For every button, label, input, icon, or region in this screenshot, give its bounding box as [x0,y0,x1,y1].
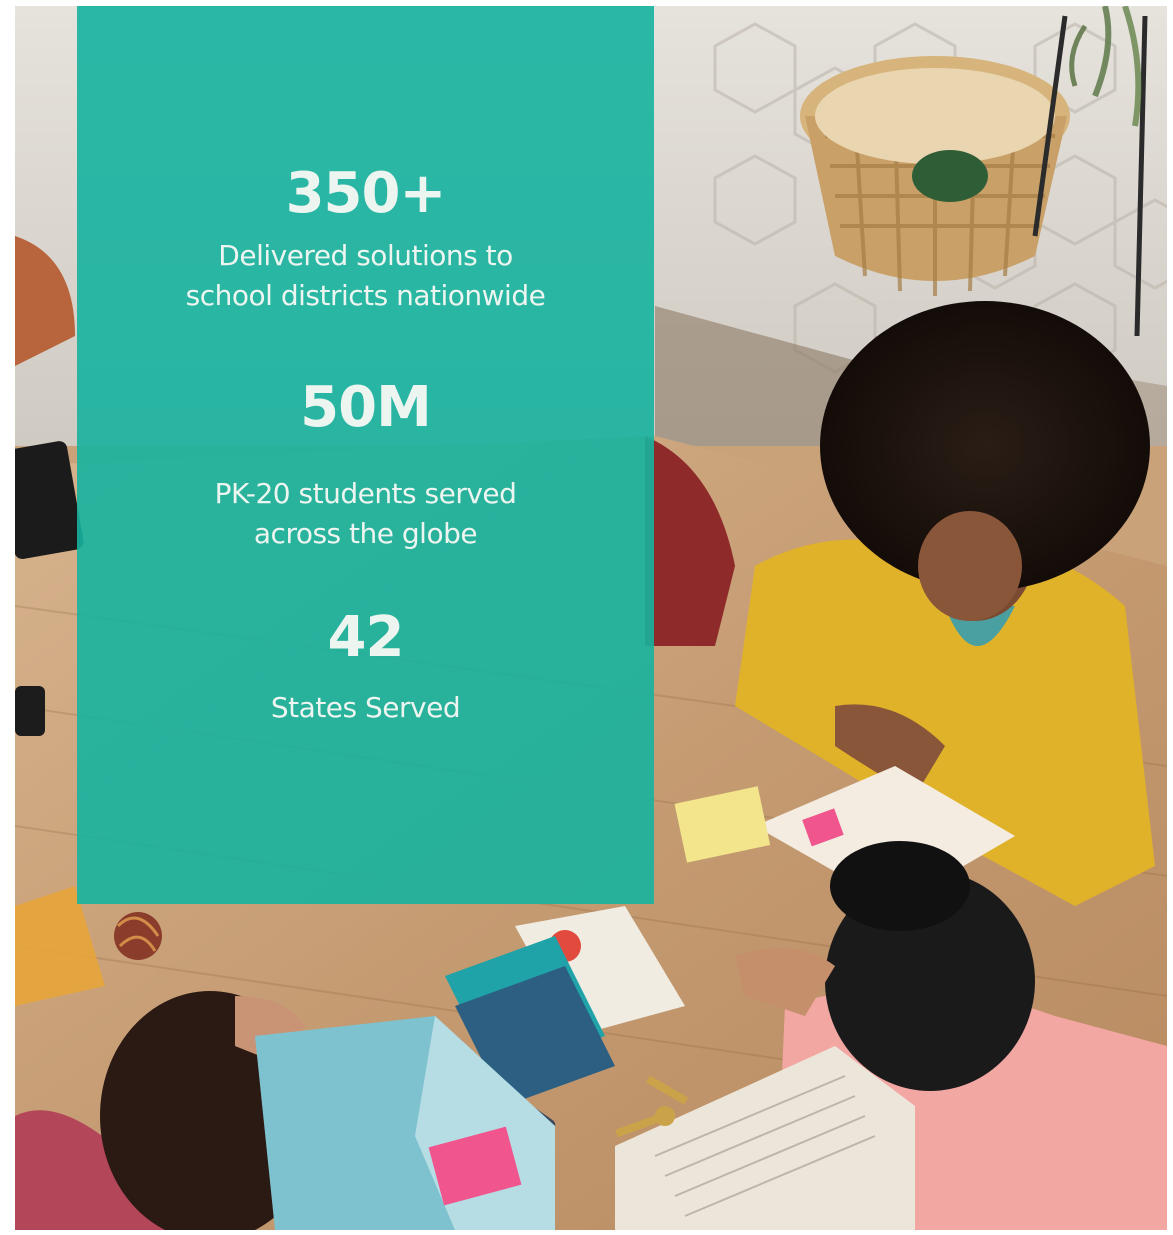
hero-image-frame: 350+ Delivered solutions to school distr… [15,6,1167,1230]
stat-states: 42 States Served [77,610,654,728]
stat-value: 42 [327,605,405,670]
stat-label-line: across the globe [253,517,478,550]
stat-label-line: PK-20 students served [214,477,517,510]
stats-panel: 350+ Delivered solutions to school distr… [77,6,654,904]
stat-districts: 350+ Delivered solutions to school distr… [77,166,654,316]
stat-label-line: Delivered solutions to [218,239,513,272]
stat-students: 50M PK-20 students served across the glo… [77,380,654,554]
stat-label: States Served [77,688,654,728]
stat-label: Delivered solutions to school districts … [77,236,654,316]
stat-value: 350+ [285,161,447,226]
stat-label-line: States Served [270,691,461,724]
stat-value: 50M [300,375,432,440]
tablet [15,441,84,560]
stat-label-line: school districts nationwide [185,279,546,312]
stat-label: PK-20 students served across the globe [77,474,654,554]
